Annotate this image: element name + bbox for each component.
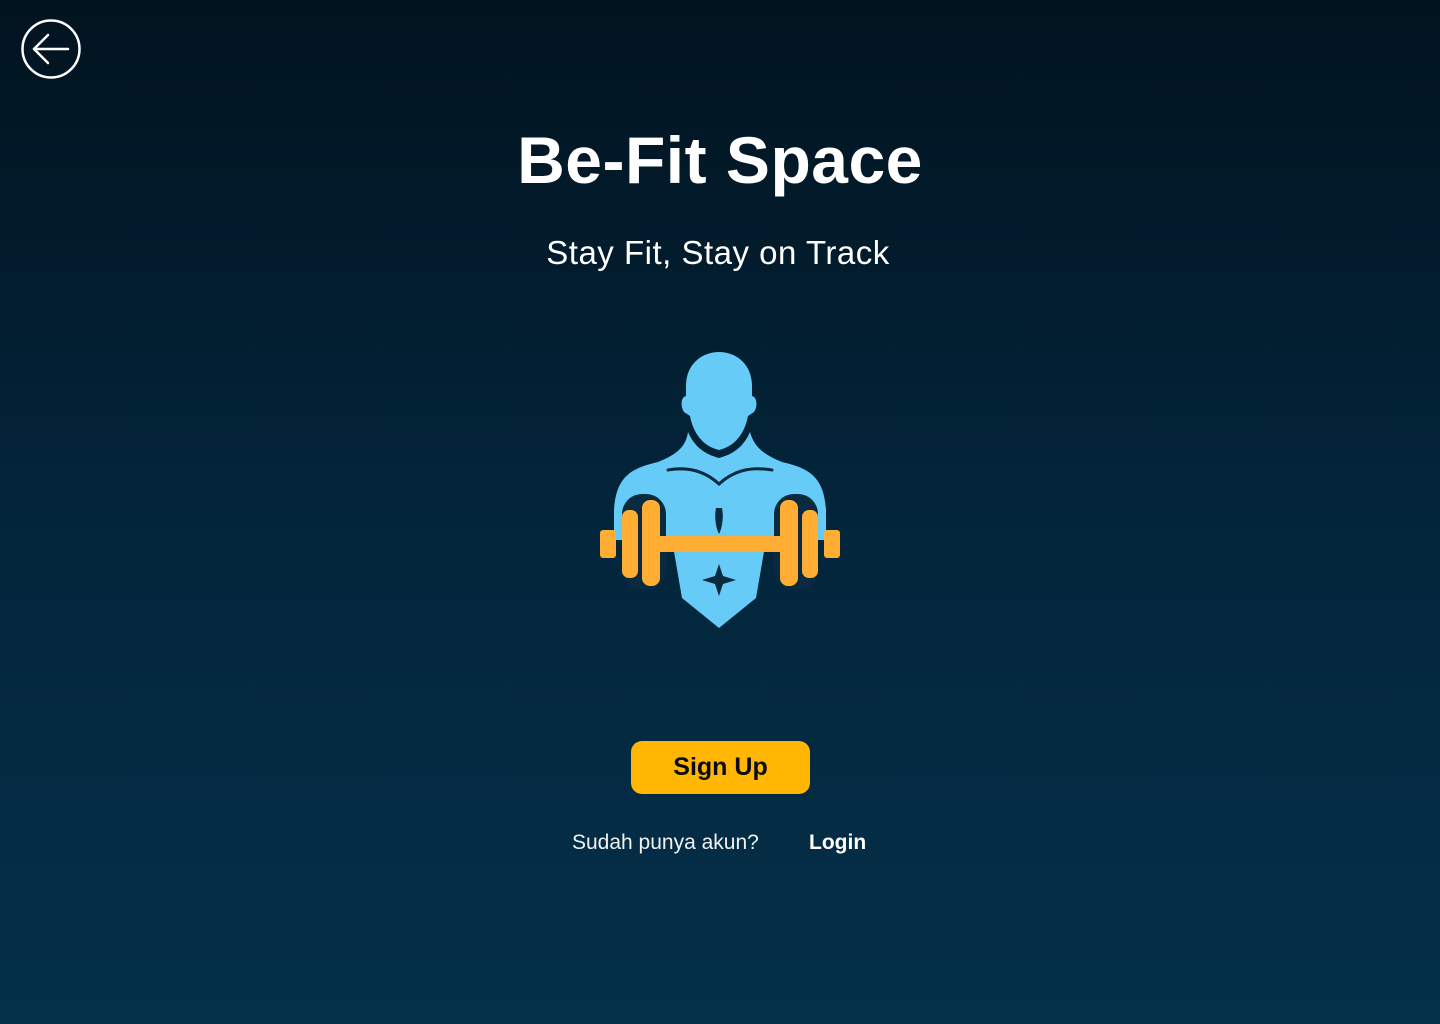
login-link[interactable]: Login bbox=[809, 829, 866, 857]
login-prompt-text: Sudah punya akun? bbox=[572, 831, 759, 854]
login-prompt-row: Sudah punya akun? Login bbox=[0, 829, 1440, 857]
bodybuilder-with-barbell-icon bbox=[598, 350, 842, 632]
app-tagline: Stay Fit, Stay on Track bbox=[546, 234, 890, 271]
signup-button[interactable]: Sign Up bbox=[631, 741, 810, 794]
back-button[interactable] bbox=[21, 19, 81, 79]
app-title: Be-Fit Space bbox=[517, 123, 923, 197]
arrow-left-circle-icon bbox=[21, 19, 81, 79]
